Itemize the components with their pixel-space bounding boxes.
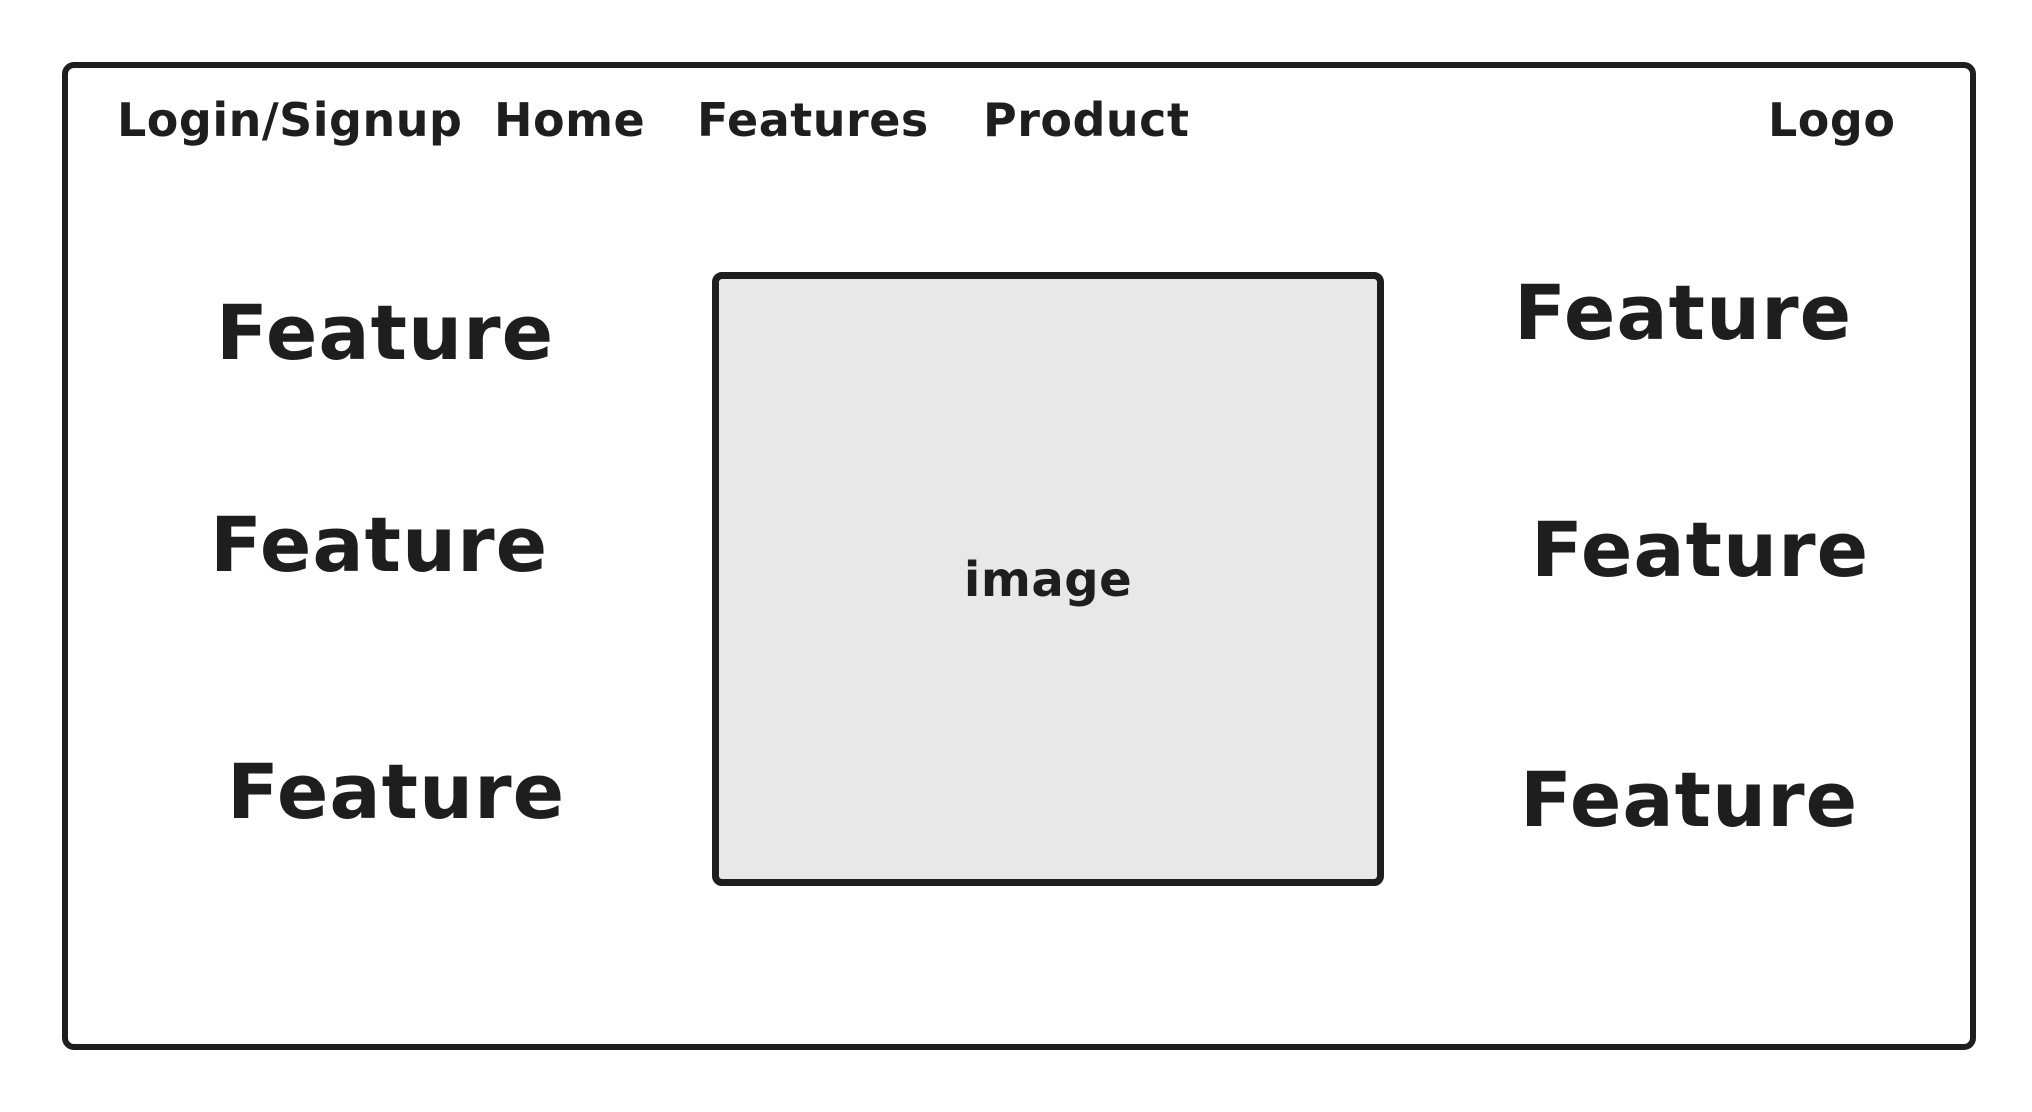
image-placeholder-label: image	[963, 552, 1133, 608]
feature-right-1: Feature	[1514, 268, 1853, 357]
feature-right-3: Feature	[1520, 755, 1859, 844]
feature-left-1: Feature	[216, 288, 555, 377]
nav-home-link[interactable]: Home	[494, 92, 645, 148]
nav-features-link[interactable]: Features	[697, 92, 929, 148]
nav-product-link[interactable]: Product	[983, 92, 1189, 148]
feature-left-3: Feature	[227, 747, 566, 836]
image-placeholder: image	[712, 272, 1384, 886]
feature-left-2: Feature	[210, 500, 549, 589]
feature-right-2: Feature	[1531, 505, 1870, 594]
nav-login-signup-link[interactable]: Login/Signup	[117, 92, 462, 148]
logo[interactable]: Logo	[1768, 92, 1895, 148]
